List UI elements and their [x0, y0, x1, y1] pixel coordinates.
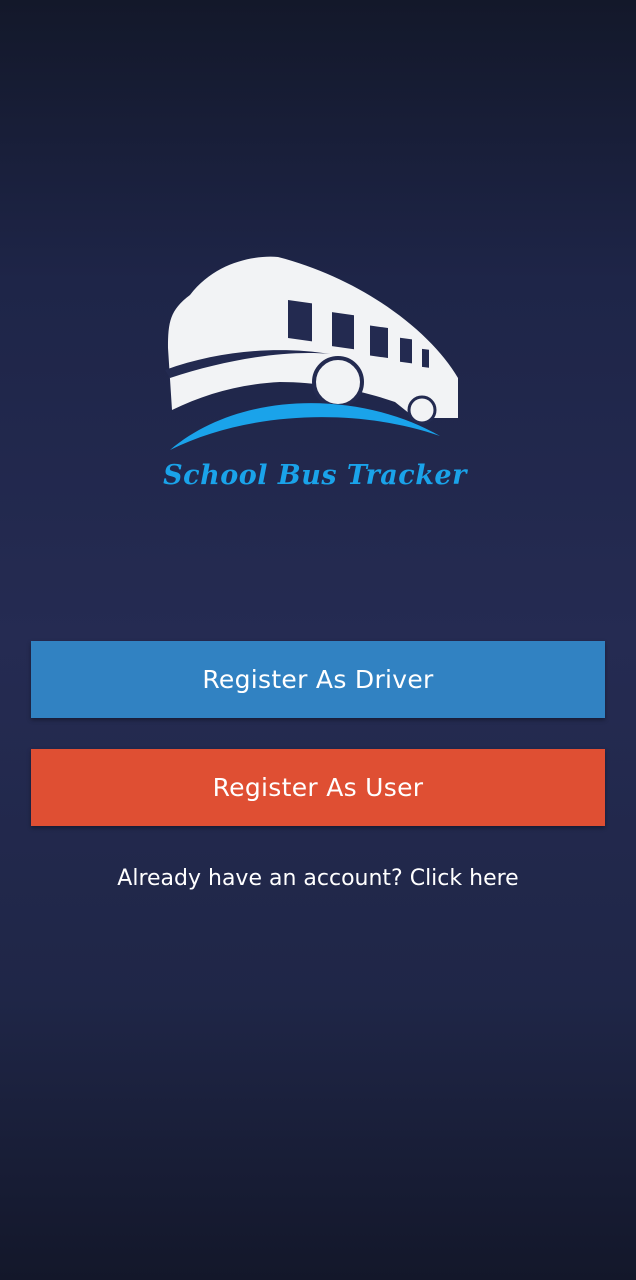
register-driver-button[interactable]: Register As Driver — [31, 641, 605, 718]
bus-icon — [165, 256, 458, 450]
app-logo-text: School Bus Tracker — [163, 460, 467, 491]
login-link[interactable]: Already have an account? Click here — [0, 866, 636, 891]
register-user-button[interactable]: Register As User — [31, 749, 605, 826]
app-logo: School Bus Tracker — [160, 250, 470, 510]
